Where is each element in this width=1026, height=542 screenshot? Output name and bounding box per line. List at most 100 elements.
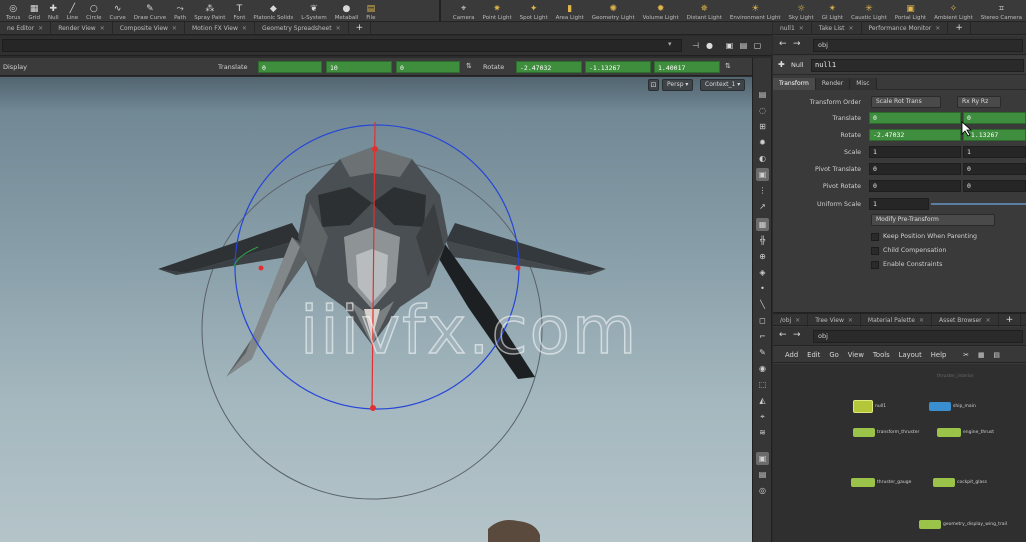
handle-point[interactable] — [515, 265, 521, 271]
close-icon[interactable]: ✕ — [172, 22, 177, 35]
scale-x-field[interactable]: 1 — [869, 146, 961, 158]
light-icon[interactable]: ✹ — [756, 136, 769, 149]
rotate-x-field[interactable]: -2.47032 — [516, 61, 582, 73]
maximize-icon[interactable]: ▢ — [752, 40, 763, 51]
transform-order-dropdown[interactable]: Scale Rot Trans — [871, 96, 941, 108]
node-name-field[interactable]: null1 — [811, 59, 1024, 72]
camera-lock-icon[interactable]: ● — [704, 40, 715, 51]
vertex-icon[interactable]: • — [756, 282, 769, 295]
tab-obj[interactable]: /obj ✕ — [773, 314, 809, 327]
shelf-tool-platonic[interactable]: ◆ Platonic Solids — [249, 0, 297, 22]
pivot-rotate-x-field[interactable]: 0 — [869, 180, 961, 192]
xray-icon[interactable]: ◈ — [756, 266, 769, 279]
camera-view-icon[interactable]: ⌖ — [756, 410, 769, 423]
menu-add[interactable]: Add — [785, 351, 798, 359]
tab-take-list[interactable]: Take List ✕ — [812, 22, 862, 35]
wrench-icon[interactable]: ✂ — [963, 351, 969, 359]
fog-icon[interactable]: ≋ — [756, 426, 769, 439]
tab-material-palette[interactable]: Material Palette ✕ — [861, 314, 932, 327]
shading-icon[interactable]: ◐ — [756, 152, 769, 165]
handle-point[interactable] — [372, 146, 378, 152]
chevron-down-icon[interactable]: ▾ — [668, 40, 672, 48]
shelf-tool-point-light[interactable]: ✷ Point Light — [479, 0, 516, 22]
point-display-icon[interactable]: ⋮ — [756, 184, 769, 197]
shelf-tool-volume-light[interactable]: ✹ Volume Light — [639, 0, 683, 22]
display-options-icon[interactable]: ▤ — [756, 88, 769, 101]
highlight-icon[interactable]: ◭ — [756, 394, 769, 407]
shelf-tool-sky-light[interactable]: ☼ Sky Light — [784, 0, 817, 22]
translate-z-field[interactable]: 0 — [396, 61, 460, 73]
rotate-x-field[interactable]: -2.47032 — [869, 129, 961, 141]
close-icon[interactable]: ✕ — [336, 22, 341, 35]
child-compensation-checkbox[interactable] — [871, 247, 879, 255]
rotate-order-dropdown[interactable]: Rx Ry Rz — [957, 96, 1001, 108]
rotate-z-field[interactable]: 1.40017 — [654, 61, 720, 73]
tab-misc[interactable]: Misc — [850, 78, 877, 90]
tab-network-editor[interactable]: ne Editor ✕ — [0, 21, 52, 35]
close-icon[interactable]: ✕ — [935, 22, 940, 35]
pin-icon[interactable]: ⊣ — [690, 40, 701, 51]
handle-point[interactable] — [370, 405, 376, 411]
translate-y-field[interactable]: 10 — [326, 61, 392, 73]
back-arrow-icon[interactable]: ← — [779, 330, 787, 340]
tab-composite-view[interactable]: Composite View ✕ — [113, 21, 185, 35]
visibility-icon[interactable]: ◉ — [756, 362, 769, 375]
grid-icon[interactable]: ╬ — [756, 234, 769, 247]
shelf-tool-path[interactable]: ⤳ Path — [170, 0, 190, 22]
uniform-scale-slider[interactable] — [931, 203, 1026, 205]
menu-view[interactable]: View — [848, 351, 864, 359]
normals-icon[interactable]: ↗ — [756, 200, 769, 213]
close-icon[interactable]: ✕ — [849, 22, 854, 35]
shelf-tool-gi-light[interactable]: ✴ GI Light — [818, 0, 847, 22]
close-icon[interactable]: ✕ — [986, 314, 991, 327]
close-icon[interactable]: ✕ — [919, 314, 924, 327]
parameter-path-field[interactable]: obj — [813, 39, 1023, 52]
tab-geometry-spreadsheet[interactable]: Geometry Spreadsheet ✕ — [255, 21, 349, 35]
menu-layout[interactable]: Layout — [899, 351, 922, 359]
menu-tools[interactable]: Tools — [873, 351, 890, 359]
stereo-icon[interactable]: ◎ — [756, 484, 769, 497]
handle-point[interactable] — [258, 265, 264, 271]
translate-x-field[interactable]: 0 — [869, 112, 961, 124]
rotate-y-field[interactable]: -1.13267 — [585, 61, 651, 73]
tab-asset-browser[interactable]: Asset Browser ✕ — [932, 314, 999, 327]
shelf-tool-draw-curve[interactable]: ✎ Draw Curve — [130, 0, 170, 22]
shelf-tool-curve[interactable]: ∿ Curve — [106, 0, 130, 22]
edge-icon[interactable]: ╲ — [756, 298, 769, 311]
menu-help[interactable]: Help — [931, 351, 947, 359]
pivot-translate-y-field[interactable]: 0 — [963, 163, 1026, 175]
shelf-tool-circle[interactable]: ○ Circle — [82, 0, 105, 22]
tab-null1[interactable]: null1 ✕ — [773, 22, 812, 35]
shelf-tool-file[interactable]: ▤ File — [362, 0, 379, 22]
uv-icon[interactable]: ⌐ — [756, 330, 769, 343]
shelf-tool-caustic-light[interactable]: ✳ Caustic Light — [847, 0, 891, 22]
link-icon[interactable]: ⇅ — [466, 62, 472, 70]
background-icon[interactable]: ▦ — [756, 218, 769, 231]
pivot-rotate-y-field[interactable]: 0 — [963, 180, 1026, 192]
tab-render[interactable]: Render — [815, 78, 851, 90]
close-icon[interactable]: ✕ — [242, 22, 247, 35]
translate-x-field[interactable]: 0 — [258, 61, 322, 73]
pivot-translate-x-field[interactable]: 0 — [869, 163, 961, 175]
shelf-tool-stereo-camera[interactable]: ⌗ Stereo Camera — [977, 0, 1026, 22]
network-editor-canvas[interactable]: null1 ship_main transform_thruster engin… — [773, 364, 1026, 542]
shelf-tool-area-light[interactable]: ▮ Area Light — [552, 0, 588, 22]
shelf-tool-environment-light[interactable]: ☀ Environment Light — [726, 0, 785, 22]
uniform-scale-field[interactable]: 1 — [869, 198, 929, 210]
close-icon[interactable]: ✕ — [799, 22, 804, 35]
shelf-tool-camera[interactable]: ⌖ Camera — [449, 0, 479, 22]
shelf-tool-font[interactable]: T Font — [229, 0, 249, 22]
grid-view-icon[interactable]: ▦ — [978, 351, 984, 359]
shelf-tool-null[interactable]: ✚ Null — [44, 0, 63, 22]
close-icon[interactable]: ✕ — [848, 314, 853, 327]
keep-position-checkbox[interactable] — [871, 233, 879, 241]
tab-performance-monitor[interactable]: Performance Monitor ✕ — [862, 22, 949, 35]
modify-pre-transform-dropdown[interactable]: Modify Pre-Transform — [871, 214, 995, 226]
snapshot-icon[interactable]: ▣ — [724, 40, 735, 51]
snap-icon[interactable]: ⊕ — [756, 250, 769, 263]
shelf-tool-spot-light[interactable]: ✦ Spot Light — [516, 0, 552, 22]
add-tab-button[interactable]: + — [948, 22, 971, 35]
viewer-path-field[interactable] — [2, 39, 682, 52]
shelf-tool-metaball[interactable]: ● Metaball — [331, 0, 363, 22]
tab-tree-view[interactable]: Tree View ✕ — [808, 314, 861, 327]
